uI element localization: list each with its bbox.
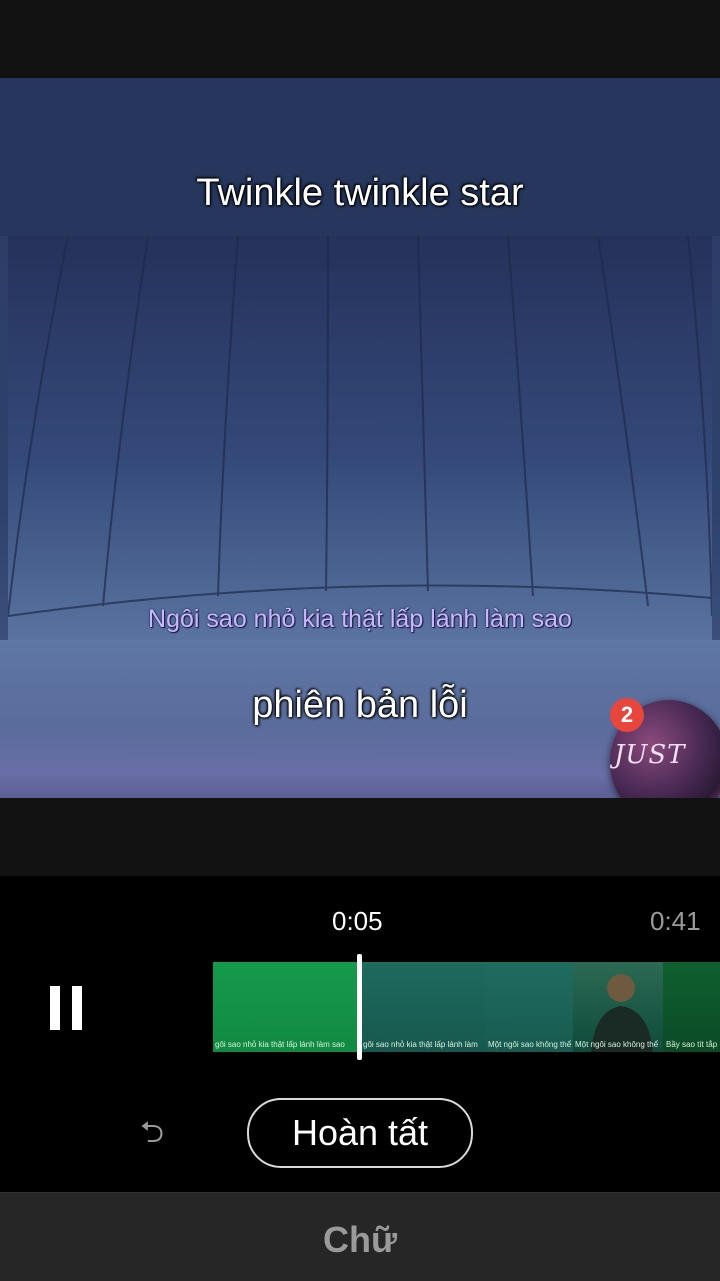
timeline-segment [485, 962, 573, 1052]
notification-badge: 2 [610, 698, 644, 732]
timeline-segment [573, 962, 663, 1052]
editor-panel: 0:05 0:41 gôi sao nhỏ kia thật lấp lánh … [0, 876, 720, 1192]
caption-subtitle[interactable]: Ngôi sao nhỏ kia thật lấp lánh làm sao [0, 605, 720, 634]
playhead[interactable] [357, 954, 362, 1060]
pause-icon[interactable] [48, 986, 82, 1030]
avatar-artwork-text: JUST [614, 740, 686, 770]
caption-top[interactable]: Twinkle twinkle star [0, 172, 720, 215]
timeline-segment [213, 962, 359, 1052]
done-button[interactable]: Hoàn tất [247, 1098, 473, 1168]
timeline-segment [359, 962, 485, 1052]
segment-caption: Một ngôi sao không thể kiên [575, 1040, 661, 1049]
top-bar [0, 0, 720, 78]
dome-lines [8, 236, 712, 617]
video-frame [8, 236, 712, 640]
timeline-segment [663, 962, 720, 1052]
person-thumbnail-icon [591, 974, 653, 1052]
undo-icon[interactable]: ⮌ [140, 1118, 184, 1148]
video-preview[interactable]: Twinkle twinkle star Ngôi sao nhỏ kia th… [0, 78, 720, 798]
segment-caption: gôi sao nhỏ kia thật lấp lánh làm [363, 1040, 478, 1049]
total-time: 0:41 [650, 906, 701, 936]
segment-caption: gôi sao nhỏ kia thật lấp lánh làm sao [215, 1040, 345, 1049]
current-time: 0:05 [332, 906, 383, 936]
segment-caption: Một ngôi sao không thể kiên [488, 1040, 572, 1049]
bottom-tab-bar: Chữ [0, 1192, 720, 1281]
tab-text[interactable]: Chữ [0, 1219, 720, 1261]
timeline-strip[interactable]: gôi sao nhỏ kia thật lấp lánh làm sao gô… [213, 962, 720, 1052]
preview-gap [0, 798, 720, 876]
segment-caption: Bầy sao tít tắp [666, 1040, 718, 1049]
